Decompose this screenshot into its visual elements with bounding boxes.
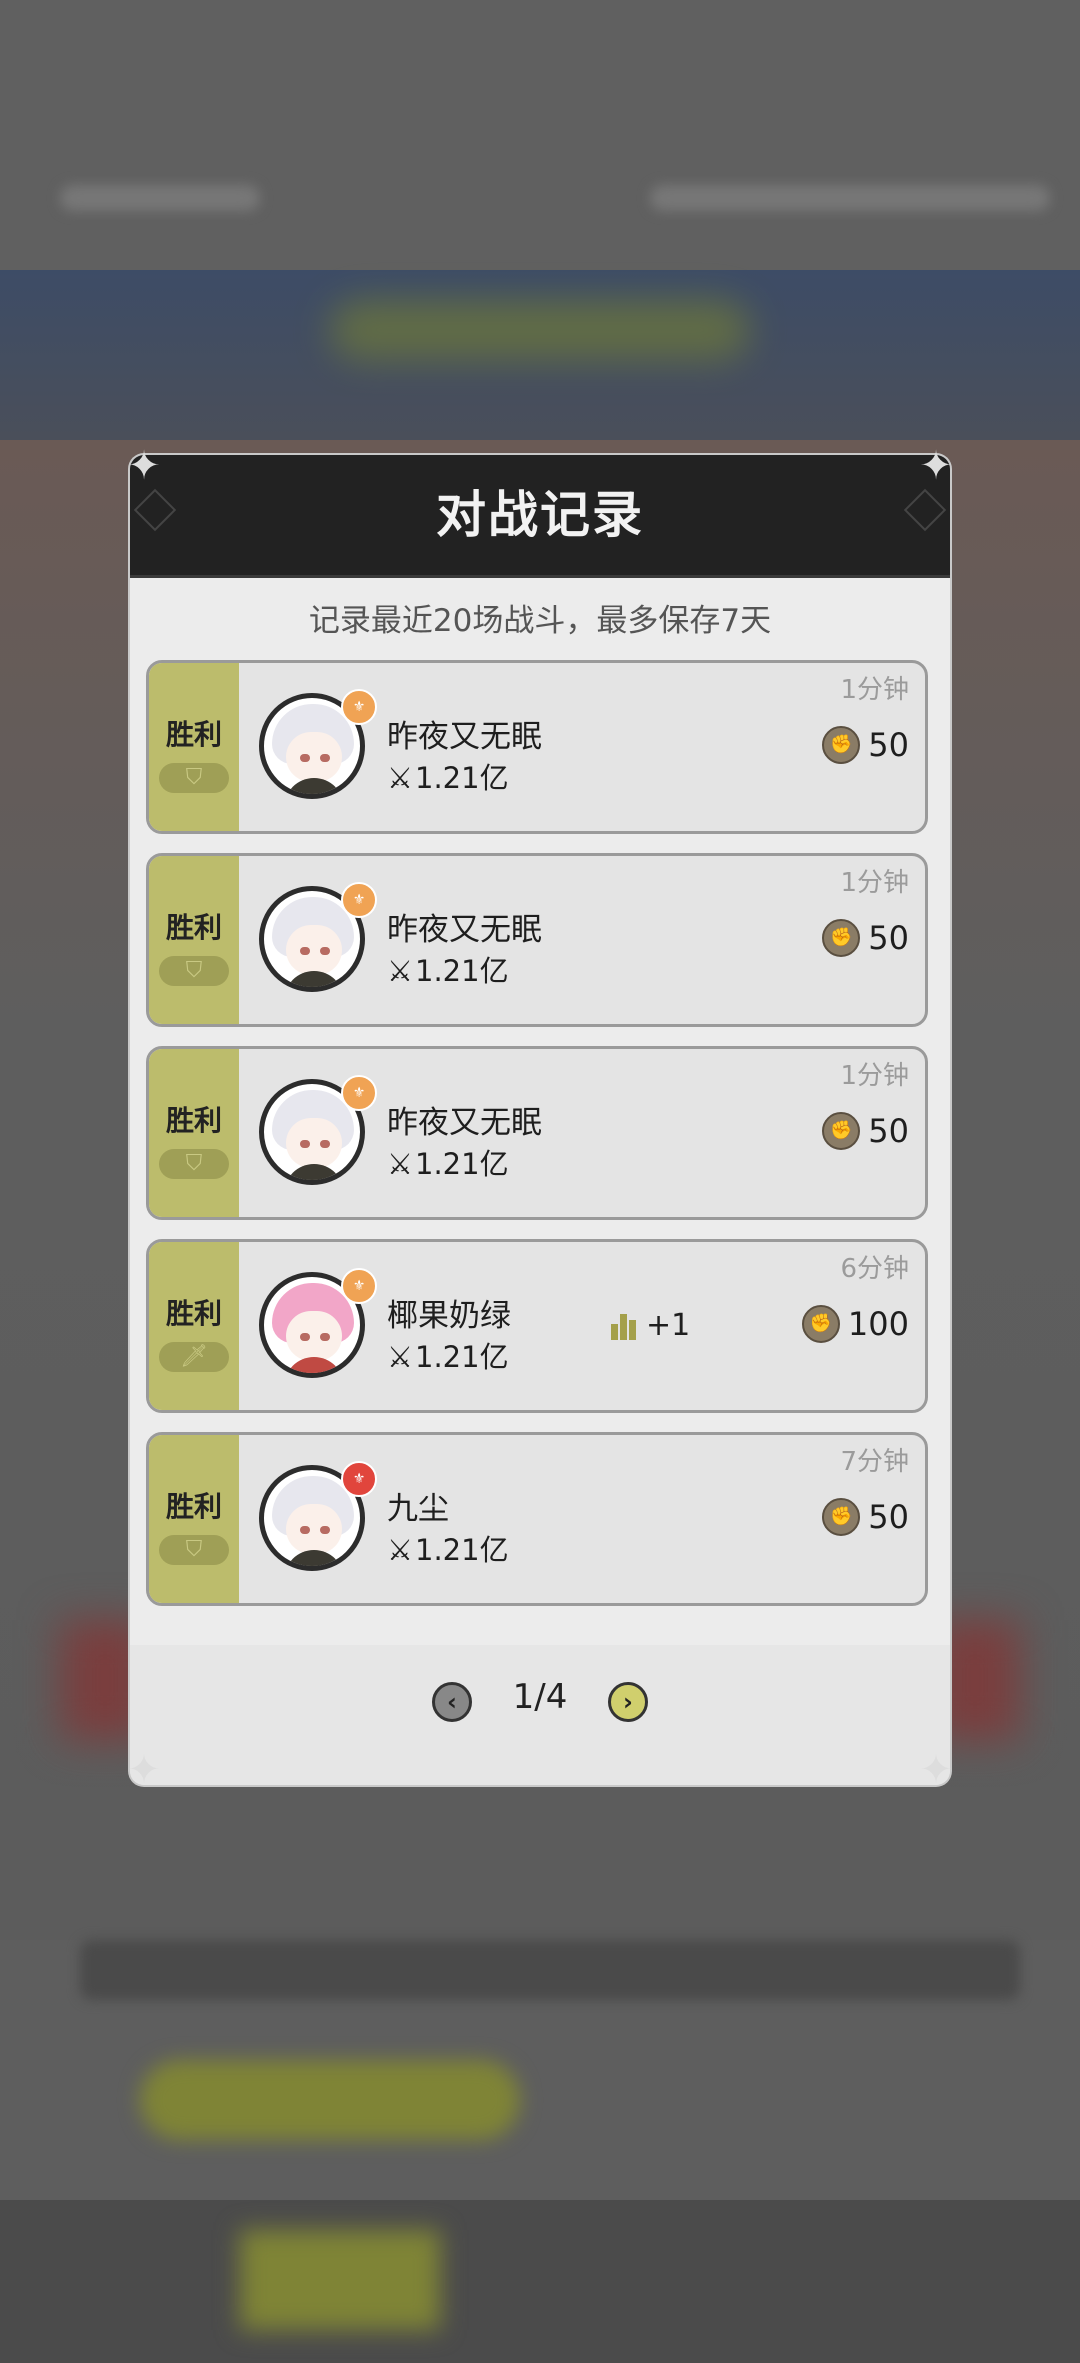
result-label: 胜利: [165, 911, 222, 944]
dialog-header: 对战记录: [130, 455, 950, 578]
chevron-right-icon: ›: [623, 1688, 633, 1716]
reward-amount: 50: [868, 919, 909, 957]
power-value: 1.21亿: [415, 761, 509, 795]
time-ago: 1分钟: [840, 675, 909, 705]
battle-record-row[interactable]: 胜利 ⛉ ⚜ 九尘 ⚔1.21亿 7分钟 ✊ 50: [146, 1432, 928, 1606]
result-panel: 胜利 ⛉: [149, 856, 239, 1024]
power-value: 1.21亿: [415, 1340, 509, 1374]
shield-icon: ⛉: [185, 958, 203, 983]
rank-bars-icon: [611, 1312, 638, 1340]
background-top: [0, 0, 1080, 270]
result-label: 胜利: [165, 1490, 222, 1523]
rank-badge-icon: ⚜: [341, 1075, 377, 1111]
result-panel: 胜利 🗡: [149, 1242, 239, 1410]
result-badge: 🗡: [159, 1342, 229, 1372]
result-badge: ⛉: [159, 956, 229, 986]
result-badge: ⛉: [159, 1149, 229, 1179]
battle-record-row[interactable]: 胜利 ⛉ ⚜ 昨夜又无眠 ⚔1.21亿 1分钟 ✊ 50: [146, 853, 928, 1027]
result-label: 胜利: [165, 1104, 222, 1137]
reward-amount: 50: [868, 1112, 909, 1150]
result-panel: 胜利 ⛉: [149, 663, 239, 831]
opponent-power: ⚔1.21亿: [387, 1334, 509, 1376]
power-value: 1.21亿: [415, 954, 509, 988]
corner-ornament-icon: ✦: [127, 443, 161, 489]
next-page-button[interactable]: ›: [608, 1682, 648, 1722]
sword-icon: 🗡: [180, 1344, 208, 1369]
background-blur: [60, 185, 260, 211]
opponent-name: 昨夜又无眠: [387, 719, 542, 755]
background-blur: [140, 2060, 520, 2140]
reward: ✊ 50: [822, 725, 909, 765]
time-ago: 1分钟: [840, 868, 909, 898]
power-value: 1.21亿: [415, 1533, 509, 1567]
dialog-subtitle: 记录最近20场战斗，最多保存7天: [308, 603, 772, 639]
time-ago: 1分钟: [840, 1061, 909, 1091]
reward-amount: 50: [868, 726, 909, 764]
result-badge: ⛉: [159, 763, 229, 793]
fist-coin-icon: ✊: [822, 1112, 861, 1150]
opponent-power: ⚔1.21亿: [387, 755, 509, 797]
rank-badge-icon: ⚜: [341, 689, 377, 725]
previous-page-button[interactable]: ‹: [432, 1682, 472, 1722]
background-blur: [80, 1940, 1020, 2000]
chevron-left-icon: ‹: [447, 1688, 457, 1716]
opponent-power: ⚔1.21亿: [387, 1527, 509, 1569]
result-label: 胜利: [165, 1297, 222, 1330]
crossed-swords-icon: ⚔: [387, 1340, 413, 1374]
time-ago: 6分钟: [840, 1254, 909, 1284]
page-indicator: 1/4: [512, 1677, 568, 1717]
background-glow: [330, 300, 750, 360]
opponent-name: 昨夜又无眠: [387, 1105, 542, 1141]
rank-badge-icon: ⚜: [341, 1268, 377, 1304]
result-panel: 胜利 ⛉: [149, 1049, 239, 1217]
battle-record-row[interactable]: 胜利 🗡 ⚜ 椰果奶绿 ⚔1.21亿 +1 6分钟 ✊ 100: [146, 1239, 928, 1413]
fist-coin-icon: ✊: [822, 919, 861, 957]
shield-icon: ⛉: [185, 1537, 203, 1562]
opponent-power: ⚔1.21亿: [387, 1141, 509, 1183]
corner-ornament-icon: ✦: [127, 1747, 161, 1793]
rank-change-value: +1: [646, 1308, 691, 1343]
corner-ornament-icon: ✦: [919, 1747, 953, 1793]
opponent-name: 九尘: [387, 1491, 449, 1527]
corner-ornament-icon: ✦: [919, 443, 953, 489]
result-label: 胜利: [165, 718, 222, 751]
opponent-power: ⚔1.21亿: [387, 948, 509, 990]
rank-badge-icon: ⚜: [341, 1461, 377, 1497]
fist-coin-icon: ✊: [822, 1498, 861, 1536]
result-badge: ⛉: [159, 1535, 229, 1565]
dialog-title: 对战记录: [436, 486, 644, 544]
fist-coin-icon: ✊: [822, 726, 861, 764]
rank-change: +1: [611, 1308, 690, 1343]
reward-amount: 50: [868, 1498, 909, 1536]
battle-record-row[interactable]: 胜利 ⛉ ⚜ 昨夜又无眠 ⚔1.21亿 1分钟 ✊ 50: [146, 1046, 928, 1220]
crossed-swords-icon: ⚔: [387, 1533, 413, 1567]
fist-coin-icon: ✊: [801, 1305, 840, 1343]
rank-badge-icon: ⚜: [341, 882, 377, 918]
battle-record-dialog: 对战记录 记录最近20场战斗，最多保存7天 胜利 ⛉ ⚜ 昨夜又无眠 ⚔1.21…: [130, 455, 950, 1785]
crossed-swords-icon: ⚔: [387, 954, 413, 988]
opponent-name: 昨夜又无眠: [387, 912, 542, 948]
background-blur: [240, 2230, 440, 2330]
crossed-swords-icon: ⚔: [387, 1147, 413, 1181]
shield-icon: ⛉: [185, 765, 203, 790]
reward: ✊ 50: [822, 918, 909, 958]
reward: ✊ 50: [822, 1111, 909, 1151]
crossed-swords-icon: ⚔: [387, 761, 413, 795]
pagination: ‹ 1/4 ›: [130, 1645, 950, 1785]
battle-record-row[interactable]: 胜利 ⛉ ⚜ 昨夜又无眠 ⚔1.21亿 1分钟 ✊ 50: [146, 660, 928, 834]
background-blur: [650, 185, 1050, 211]
opponent-name: 椰果奶绿: [387, 1298, 511, 1334]
background-bottom: [0, 2200, 1080, 2363]
reward-amount: 100: [847, 1305, 909, 1343]
result-panel: 胜利 ⛉: [149, 1435, 239, 1603]
time-ago: 7分钟: [840, 1447, 909, 1477]
reward: ✊ 50: [822, 1497, 909, 1537]
shield-icon: ⛉: [185, 1151, 203, 1176]
power-value: 1.21亿: [415, 1147, 509, 1181]
reward: ✊ 100: [801, 1304, 909, 1344]
